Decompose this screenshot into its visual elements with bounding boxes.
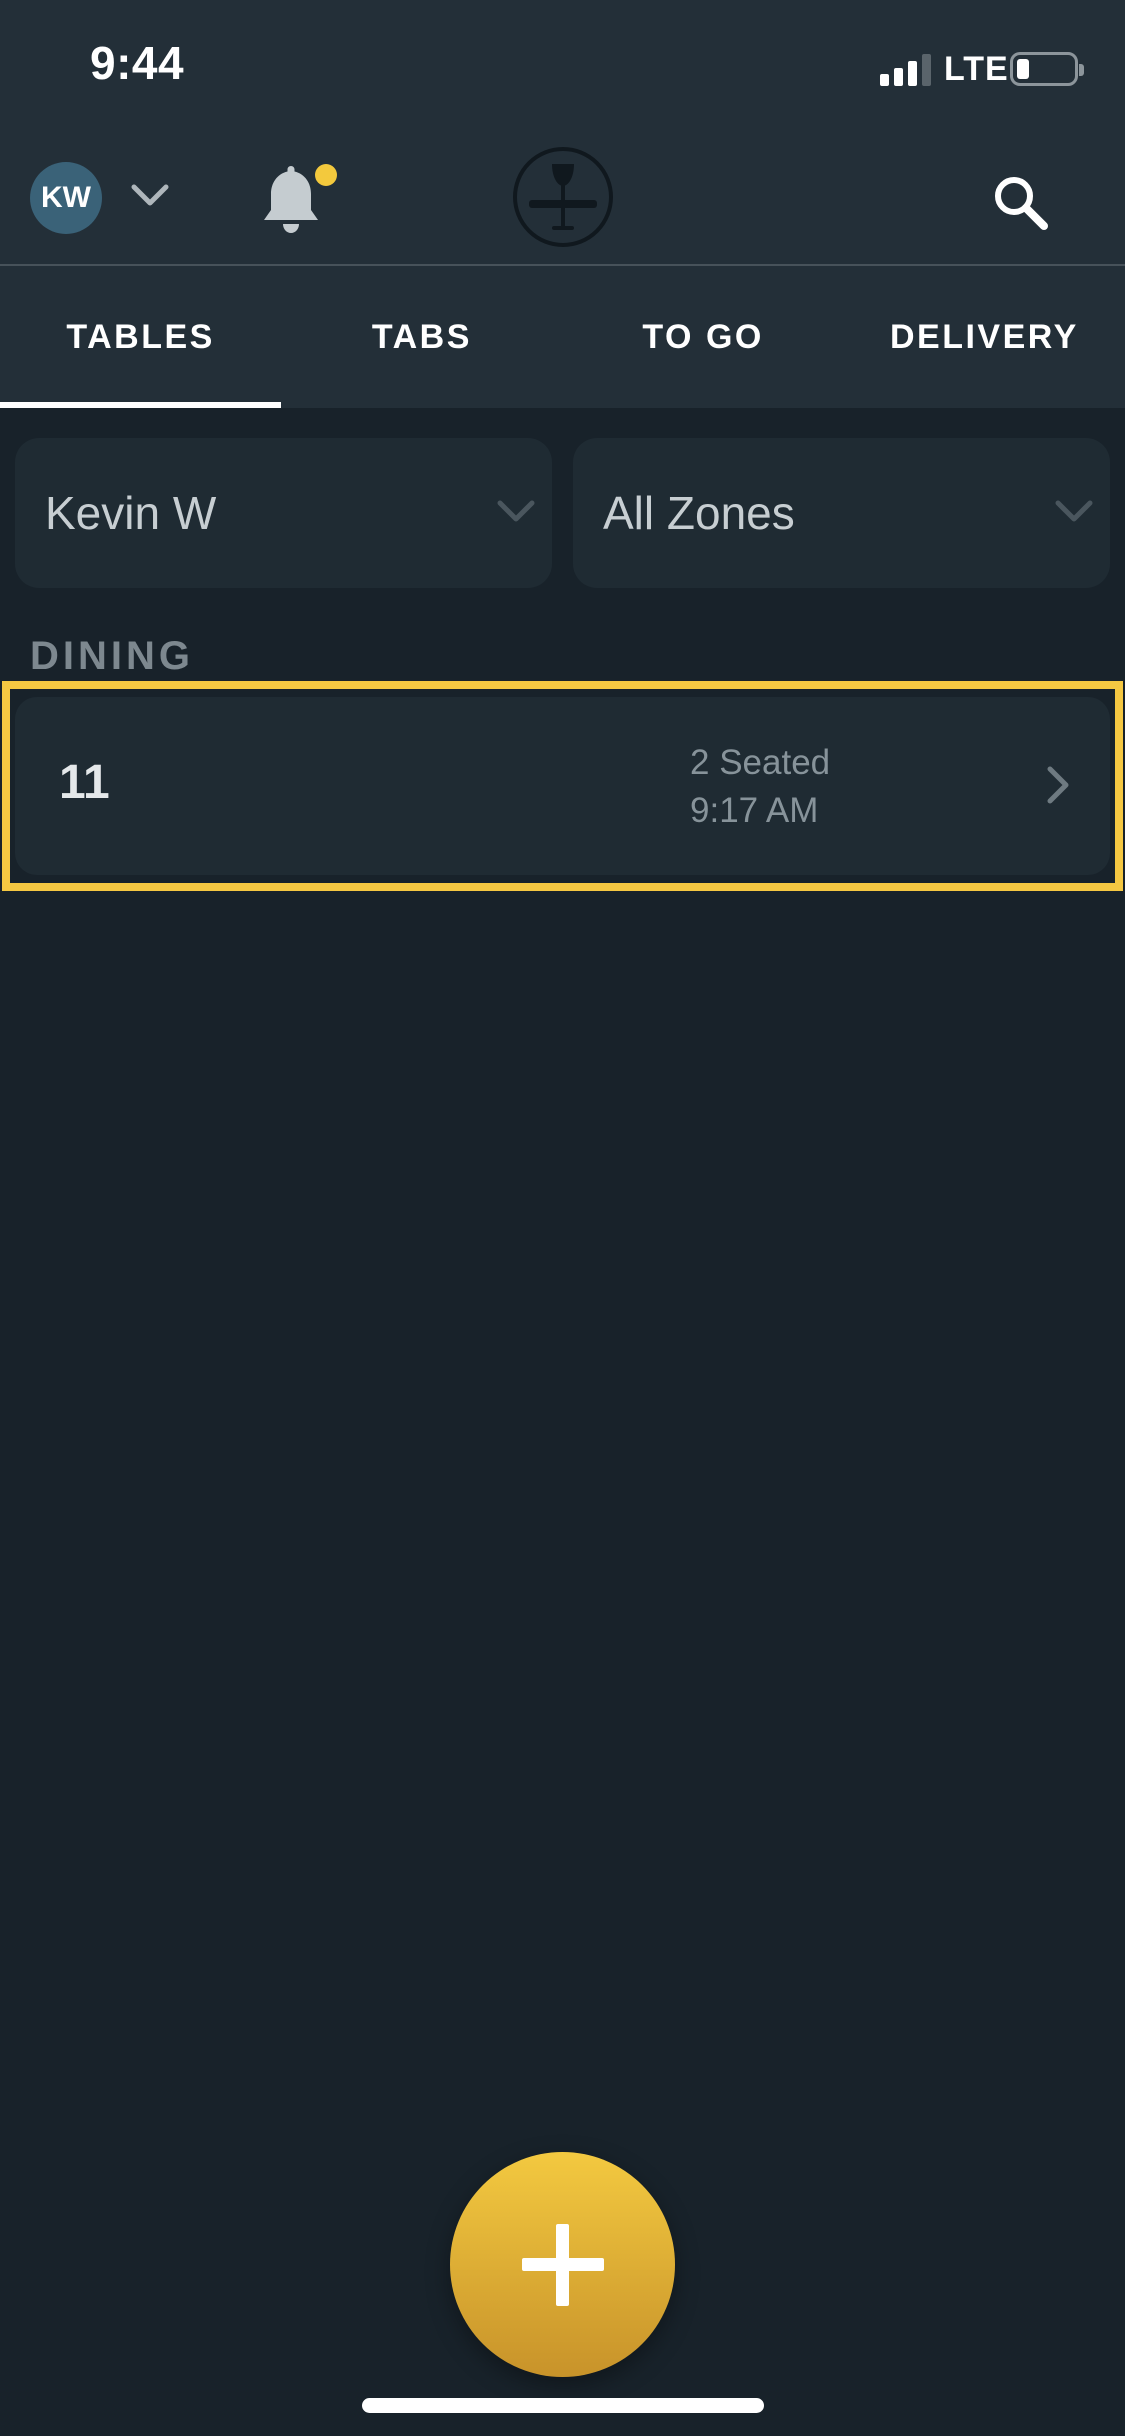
chevron-down-icon [497, 500, 535, 522]
tab-label: TO GO [642, 317, 764, 356]
restaurant-logo-icon [513, 147, 613, 247]
tab-to-go[interactable]: TO GO [563, 266, 844, 408]
table-row[interactable]: 11 2 Seated 9:17 AM [15, 697, 1110, 875]
status-bar: 9:44 LTE [0, 0, 1125, 135]
table-meta: 2 Seated 9:17 AM [690, 739, 830, 835]
search-icon[interactable] [990, 172, 1052, 234]
tab-delivery[interactable]: DELIVERY [844, 266, 1125, 408]
server-filter-value: Kevin W [45, 487, 217, 539]
server-filter-dropdown[interactable]: Kevin W [15, 438, 552, 588]
tables-screen: 9:44 LTE KW TABLES TABS TO GO DELIVERY K… [0, 0, 1125, 2436]
zone-filter-dropdown[interactable]: All Zones [573, 438, 1110, 588]
chevron-right-icon [1047, 766, 1069, 804]
signal-strength-icon [880, 52, 934, 86]
status-time: 9:44 [90, 37, 185, 89]
tab-label: TABS [371, 317, 472, 356]
chevron-down-icon[interactable] [128, 180, 172, 210]
table-number: 11 [59, 756, 110, 809]
section-title: DINING [30, 634, 194, 678]
table-seated-time: 9:17 AM [690, 791, 819, 830]
active-tab-indicator [0, 402, 282, 408]
chevron-down-icon [1055, 500, 1093, 522]
network-type: LTE [944, 50, 1009, 88]
app-header: 9:44 LTE KW TABLES TABS TO GO DELIVERY [0, 0, 1125, 408]
battery-icon [1010, 52, 1084, 86]
table-seated-count: 2 Seated [690, 743, 831, 782]
home-indicator[interactable] [362, 2398, 764, 2413]
tab-tabs[interactable]: TABS [281, 266, 562, 408]
tab-label: DELIVERY [889, 317, 1079, 356]
avatar-initials: KW [41, 181, 91, 214]
notification-dot [315, 164, 337, 186]
zone-filter-value: All Zones [603, 487, 795, 539]
tab-label: TABLES [66, 317, 215, 356]
tab-tables[interactable]: TABLES [0, 266, 282, 408]
tab-bar: TABLES TABS TO GO DELIVERY [0, 266, 1125, 408]
user-avatar[interactable]: KW [30, 162, 102, 234]
add-button[interactable] [450, 2152, 675, 2377]
